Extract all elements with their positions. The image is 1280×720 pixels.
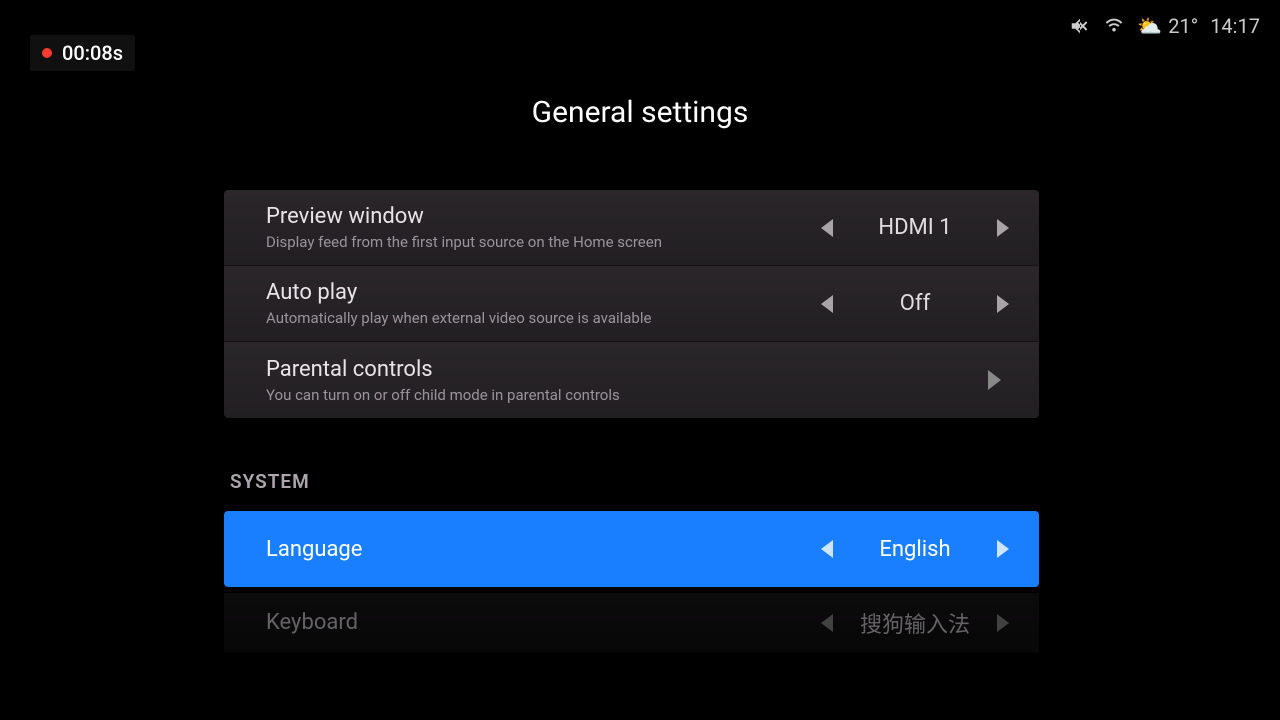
arrow-left-icon[interactable]	[821, 540, 833, 558]
page-title: General settings	[0, 95, 1280, 130]
arrow-right-icon[interactable]	[997, 219, 1009, 237]
row-text: Auto play Automatically play when extern…	[266, 280, 821, 327]
weather-indicator: ⛅ 21°	[1137, 14, 1198, 38]
wifi-icon	[1103, 15, 1125, 37]
settings-panel: Preview window Display feed from the fir…	[224, 190, 1039, 653]
record-dot-icon	[42, 48, 52, 58]
temperature: 21°	[1168, 14, 1198, 38]
cloud-icon: ⛅	[1137, 14, 1162, 38]
value-selector: Off	[821, 291, 1009, 316]
arrow-right-icon[interactable]	[997, 614, 1009, 632]
row-text: Language	[266, 537, 821, 562]
section-header-system: SYSTEM	[224, 418, 1039, 511]
recording-time: 00:08s	[62, 41, 123, 65]
arrow-left-icon[interactable]	[821, 219, 833, 237]
value-text: HDMI 1	[855, 215, 975, 240]
row-parental-controls[interactable]: Parental controls You can turn on or off…	[224, 342, 1039, 418]
value-text: Off	[855, 291, 975, 316]
row-subtitle: Automatically play when external video s…	[266, 309, 821, 327]
row-language[interactable]: Language English	[224, 511, 1039, 587]
value-selector: English	[821, 537, 1009, 562]
row-text: Parental controls You can turn on or off…	[266, 357, 988, 404]
arrow-right-icon[interactable]	[997, 295, 1009, 313]
arrow-right-icon[interactable]	[997, 540, 1009, 558]
value-text: 搜狗输入法	[855, 607, 975, 639]
row-text: Keyboard	[266, 610, 821, 635]
row-title: Preview window	[266, 204, 821, 229]
row-auto-play[interactable]: Auto play Automatically play when extern…	[224, 266, 1039, 342]
arrow-left-icon[interactable]	[821, 295, 833, 313]
row-title: Language	[266, 537, 821, 562]
mute-icon	[1069, 15, 1091, 37]
value-selector: HDMI 1	[821, 215, 1009, 240]
value-selector: 搜狗输入法	[821, 607, 1009, 639]
chevron-right-icon	[988, 370, 1001, 390]
row-subtitle: You can turn on or off child mode in par…	[266, 386, 988, 404]
recording-indicator: 00:08s	[30, 35, 135, 71]
row-title: Auto play	[266, 280, 821, 305]
arrow-left-icon[interactable]	[821, 614, 833, 632]
value-text: English	[855, 537, 975, 562]
row-title: Keyboard	[266, 610, 821, 635]
row-keyboard[interactable]: Keyboard 搜狗输入法	[224, 593, 1039, 653]
row-preview-window[interactable]: Preview window Display feed from the fir…	[224, 190, 1039, 266]
status-bar: ⛅ 21° 14:17	[1069, 14, 1260, 38]
row-title: Parental controls	[266, 357, 988, 382]
row-subtitle: Display feed from the first input source…	[266, 233, 821, 251]
nav-indicator	[988, 370, 1009, 390]
row-text: Preview window Display feed from the fir…	[266, 204, 821, 251]
clock: 14:17	[1210, 14, 1260, 38]
